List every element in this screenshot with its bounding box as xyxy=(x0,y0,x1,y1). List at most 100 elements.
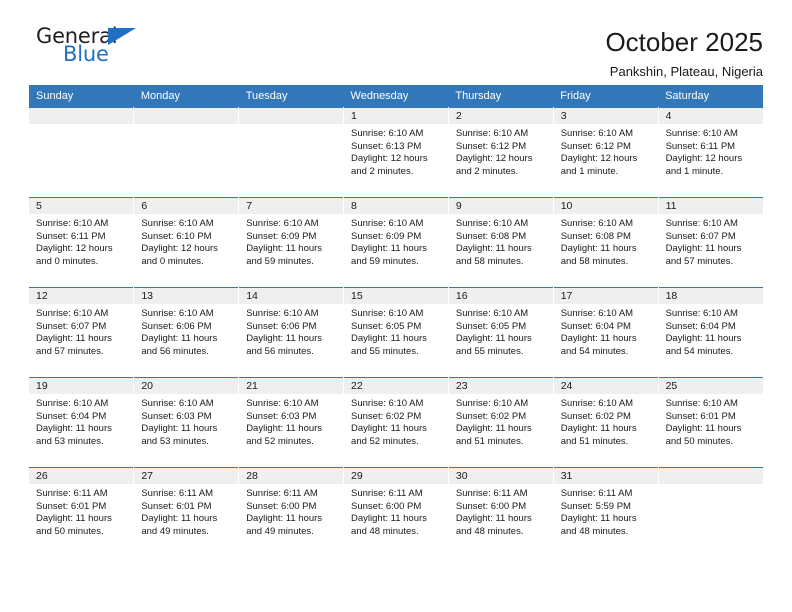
day-cell-content: 20 Sunrise: 6:10 AM Sunset: 6:03 PM Dayligh… xyxy=(134,378,239,467)
day-number: 15 xyxy=(344,288,448,304)
day-cell-content: 11 Sunrise: 6:10 AM Sunset: 6:07 PM Dayligh… xyxy=(658,198,763,287)
day-details: Sunrise: 6:10 AM Sunset: 6:04 PM Daylight:… xyxy=(659,304,763,358)
sunrise-text: Sunrise: 6:10 AM xyxy=(560,308,634,319)
daylight-text-line1: Daylight: 12 hours xyxy=(560,153,638,165)
calendar-week-row: 5 Sunrise: 6:10 AM Sunset: 6:11 PM Daylight… xyxy=(29,197,763,288)
weekday-header-tuesday: Tuesday xyxy=(238,85,344,108)
calendar-day-cell[interactable]: 12 Sunrise: 6:10 AM Sunset: 6:07 PM Dayligh… xyxy=(29,287,135,378)
sunrise-text: Sunrise: 6:10 AM xyxy=(665,128,738,139)
calendar-day-cell[interactable]: 31 Sunrise: 6:11 AM Sunset: 5:59 PM Dayligh… xyxy=(553,467,659,558)
day-number: 18 xyxy=(658,288,763,304)
calendar-day-cell[interactable]: 22 Sunrise: 6:10 AM Sunset: 6:02 PM Dayligh… xyxy=(343,377,449,468)
sunrise-text: Sunrise: 6:11 AM xyxy=(351,488,423,499)
calendar-day-cell[interactable]: 23 Sunrise: 6:10 AM Sunset: 6:02 PM Dayligh… xyxy=(448,377,554,468)
calendar-day-cell[interactable]: 10 Sunrise: 6:10 AM Sunset: 6:08 PM Dayligh… xyxy=(553,197,659,288)
page-title: October 2025 xyxy=(605,27,763,57)
day-details: Sunrise: 6:10 AM Sunset: 6:09 PM Daylight:… xyxy=(344,214,448,268)
daylight-text-line1: Daylight: 12 hours xyxy=(665,153,743,165)
day-cell-content: 23 Sunrise: 6:10 AM Sunset: 6:02 PM Dayligh… xyxy=(448,378,553,467)
calendar-day-cell[interactable]: 15 Sunrise: 6:10 AM Sunset: 6:05 PM Dayligh… xyxy=(343,287,449,378)
calendar-day-cell[interactable]: 4 Sunrise: 6:10 AM Sunset: 6:11 PM Daylight… xyxy=(658,107,763,198)
daylight-text-line2: and 1 minute. xyxy=(665,165,724,177)
sunrise-text: Sunrise: 6:10 AM xyxy=(351,128,424,139)
calendar-body: 1 Sunrise: 6:10 AM Sunset: 6:13 PM Daylight… xyxy=(29,107,763,558)
calendar-day-cell[interactable]: 24 Sunrise: 6:10 AM Sunset: 6:02 PM Dayligh… xyxy=(553,377,659,468)
calendar-day-cell[interactable]: 29 Sunrise: 6:11 AM Sunset: 6:00 PM Dayligh… xyxy=(343,467,449,558)
daylight-text-line1: Daylight: 11 hours xyxy=(141,423,218,435)
day-number: 20 xyxy=(134,378,239,394)
daylight-text-line2: and 58 minutes. xyxy=(455,255,524,267)
calendar-day-cell[interactable]: 20 Sunrise: 6:10 AM Sunset: 6:03 PM Dayligh… xyxy=(133,377,240,468)
sunrise-text: Sunrise: 6:10 AM xyxy=(141,308,214,319)
calendar-day-cell[interactable]: 14 Sunrise: 6:10 AM Sunset: 6:06 PM Dayligh… xyxy=(238,287,345,378)
sunrise-text: Sunrise: 6:10 AM xyxy=(455,218,529,229)
day-cell-content xyxy=(134,108,239,197)
daylight-text-line2: and 58 minutes. xyxy=(560,255,629,267)
calendar-cell-empty xyxy=(658,467,763,558)
calendar-day-cell[interactable]: 3 Sunrise: 6:10 AM Sunset: 6:12 PM Daylight… xyxy=(553,107,659,198)
calendar-day-cell[interactable]: 5 Sunrise: 6:10 AM Sunset: 6:11 PM Daylight… xyxy=(29,197,135,288)
day-cell-content: 21 Sunrise: 6:10 AM Sunset: 6:03 PM Dayligh… xyxy=(239,378,344,467)
calendar-day-cell[interactable]: 9 Sunrise: 6:10 AM Sunset: 6:08 PM Daylight… xyxy=(448,197,554,288)
calendar-day-cell[interactable]: 8 Sunrise: 6:10 AM Sunset: 6:09 PM Daylight… xyxy=(343,197,449,288)
daylight-text-line2: and 53 minutes. xyxy=(36,435,104,447)
day-number: 5 xyxy=(29,198,134,214)
calendar-cell-empty xyxy=(238,107,345,198)
day-number: 10 xyxy=(553,198,658,214)
calendar-day-cell[interactable]: 25 Sunrise: 6:10 AM Sunset: 6:01 PM Dayligh… xyxy=(658,377,763,468)
calendar-week-row: 12 Sunrise: 6:10 AM Sunset: 6:07 PM Dayligh… xyxy=(29,287,763,378)
weekday-header-monday: Monday xyxy=(133,85,239,108)
daylight-text-line2: and 2 minutes. xyxy=(351,165,414,177)
daylight-text-line2: and 59 minutes. xyxy=(246,255,314,267)
day-cell-content: 3 Sunrise: 6:10 AM Sunset: 6:12 PM Daylight… xyxy=(553,108,658,197)
day-details: Sunrise: 6:10 AM Sunset: 6:11 PM Daylight:… xyxy=(29,214,133,268)
day-details: Sunrise: 6:10 AM Sunset: 6:02 PM Daylight:… xyxy=(554,394,658,448)
daylight-text-line2: and 56 minutes. xyxy=(141,345,209,357)
calendar-day-cell[interactable]: 26 Sunrise: 6:11 AM Sunset: 6:01 PM Dayligh… xyxy=(29,467,135,558)
day-details: Sunrise: 6:10 AM Sunset: 6:08 PM Daylight:… xyxy=(554,214,658,268)
sunset-text: Sunset: 5:59 PM xyxy=(560,500,631,512)
calendar-day-cell[interactable]: 19 Sunrise: 6:10 AM Sunset: 6:04 PM Dayligh… xyxy=(29,377,135,468)
calendar-day-cell[interactable]: 11 Sunrise: 6:10 AM Sunset: 6:07 PM Dayligh… xyxy=(658,197,763,288)
daylight-text-line1: Daylight: 11 hours xyxy=(141,513,218,525)
calendar-day-cell[interactable]: 18 Sunrise: 6:10 AM Sunset: 6:04 PM Dayligh… xyxy=(658,287,763,378)
calendar-week-row: 26 Sunrise: 6:11 AM Sunset: 6:01 PM Dayligh… xyxy=(29,467,763,558)
day-number: 16 xyxy=(448,288,553,304)
daylight-text-line1: Daylight: 11 hours xyxy=(351,243,427,255)
daylight-text-line2: and 59 minutes. xyxy=(351,255,419,267)
calendar-day-cell[interactable]: 17 Sunrise: 6:10 AM Sunset: 6:04 PM Dayligh… xyxy=(553,287,659,378)
calendar-day-cell[interactable]: 13 Sunrise: 6:10 AM Sunset: 6:06 PM Dayligh… xyxy=(133,287,240,378)
weekday-header-wednesday: Wednesday xyxy=(343,85,449,108)
day-number: 24 xyxy=(553,378,658,394)
calendar-day-cell[interactable]: 1 Sunrise: 6:10 AM Sunset: 6:13 PM Daylight… xyxy=(343,107,449,198)
day-number: 4 xyxy=(658,108,763,124)
day-cell-content: 14 Sunrise: 6:10 AM Sunset: 6:06 PM Dayligh… xyxy=(239,288,344,377)
calendar-day-cell[interactable]: 30 Sunrise: 6:11 AM Sunset: 6:00 PM Dayligh… xyxy=(448,467,554,558)
calendar-day-cell[interactable]: 16 Sunrise: 6:10 AM Sunset: 6:05 PM Dayligh… xyxy=(448,287,554,378)
calendar-day-cell[interactable]: 7 Sunrise: 6:10 AM Sunset: 6:09 PM Daylight… xyxy=(238,197,345,288)
day-cell-content: 12 Sunrise: 6:10 AM Sunset: 6:07 PM Dayligh… xyxy=(29,288,134,377)
calendar-day-cell[interactable]: 2 Sunrise: 6:10 AM Sunset: 6:12 PM Daylight… xyxy=(448,107,554,198)
general-blue-logo[interactable]: General Blue xyxy=(29,26,149,74)
daylight-text-line2: and 51 minutes. xyxy=(560,435,629,447)
day-details: Sunrise: 6:10 AM Sunset: 6:07 PM Daylight:… xyxy=(29,304,133,358)
daylight-text-line1: Daylight: 11 hours xyxy=(246,333,323,345)
calendar-day-cell[interactable]: 27 Sunrise: 6:11 AM Sunset: 6:01 PM Dayligh… xyxy=(133,467,240,558)
daylight-text-line2: and 49 minutes. xyxy=(141,525,209,537)
day-number: 3 xyxy=(553,108,658,124)
sunrise-text: Sunrise: 6:10 AM xyxy=(141,218,214,229)
daylight-text-line2: and 48 minutes. xyxy=(560,525,629,537)
calendar-day-cell[interactable]: 28 Sunrise: 6:11 AM Sunset: 6:00 PM Dayligh… xyxy=(238,467,345,558)
day-cell-content: 27 Sunrise: 6:11 AM Sunset: 6:01 PM Dayligh… xyxy=(134,468,239,558)
day-details: Sunrise: 6:10 AM Sunset: 6:05 PM Daylight:… xyxy=(449,304,553,358)
calendar-day-cell[interactable]: 6 Sunrise: 6:10 AM Sunset: 6:10 PM Daylight… xyxy=(133,197,240,288)
weekday-header-thursday: Thursday xyxy=(448,85,554,108)
day-details: Sunrise: 6:10 AM Sunset: 6:03 PM Daylight:… xyxy=(134,394,238,448)
logo-triangle-icon xyxy=(108,28,136,45)
day-cell-content: 9 Sunrise: 6:10 AM Sunset: 6:08 PM Daylight… xyxy=(448,198,553,287)
calendar-day-cell[interactable]: 21 Sunrise: 6:10 AM Sunset: 6:03 PM Dayligh… xyxy=(238,377,345,468)
logo-text-blue: Blue xyxy=(63,42,109,66)
day-number: 25 xyxy=(658,378,763,394)
sunset-text: Sunset: 6:02 PM xyxy=(560,410,631,422)
daylight-text-line2: and 54 minutes. xyxy=(560,345,629,357)
